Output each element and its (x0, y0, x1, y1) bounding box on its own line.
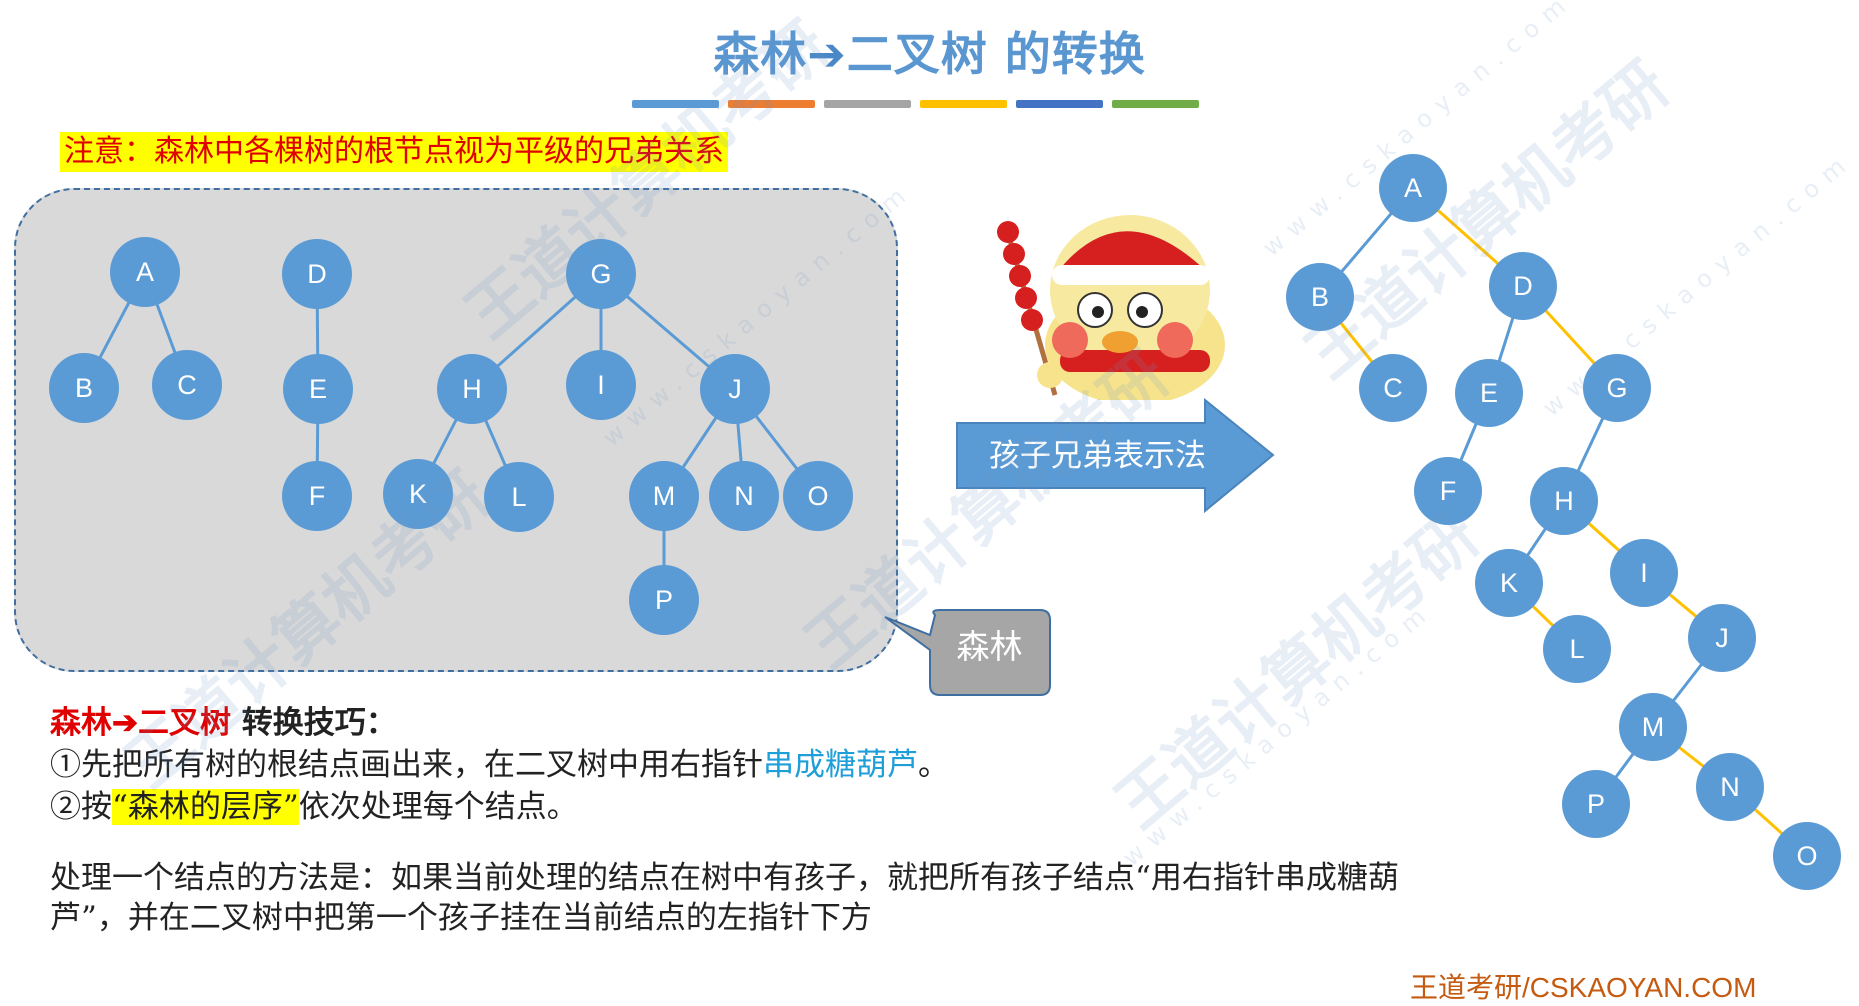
step1-suffix: 。 (918, 747, 949, 783)
node-label: J (1715, 623, 1729, 653)
tips-heading-rest: 转换技巧： (230, 705, 397, 741)
node-label: H (1554, 486, 1574, 516)
node-N: N (1696, 753, 1764, 821)
step2-prefix: ②按 (50, 789, 112, 825)
node-label: D (1513, 271, 1533, 301)
node-A: A (1379, 154, 1447, 222)
node-P: P (1562, 770, 1630, 838)
node-D: D (1489, 252, 1557, 320)
node-label: E (1480, 378, 1498, 408)
node-I: I (1610, 539, 1678, 607)
node-L: L (1543, 615, 1611, 683)
node-label: I (1640, 558, 1648, 588)
node-C: C (1359, 354, 1427, 422)
node-label: O (1796, 841, 1817, 871)
node-F: F (1414, 457, 1482, 525)
step1-highlight: 串成糖葫芦 (763, 747, 918, 783)
tips-step-2: ②按“森林的层序”依次处理每个结点。 (50, 786, 1430, 828)
node-O: O (1773, 822, 1841, 890)
tips-method: 处理一个结点的方法是：如果当前处理的结点在树中有孩子，就把所有孩子结点“用右指针… (50, 860, 1399, 936)
conversion-tips: 森林➔二叉树 转换技巧： ①先把所有树的根结点画出来，在二叉树中用右指针串成糖葫… (50, 702, 1430, 938)
node-label: G (1606, 373, 1627, 403)
node-label: L (1569, 634, 1584, 664)
node-E: E (1455, 359, 1523, 427)
node-B: B (1286, 263, 1354, 331)
node-J: J (1688, 604, 1756, 672)
node-label: M (1642, 712, 1665, 742)
node-label: A (1404, 173, 1422, 203)
node-H: H (1530, 467, 1598, 535)
node-label: N (1720, 772, 1740, 802)
step1-prefix: ①先把所有树的根结点画出来，在二叉树中用右指针 (50, 747, 763, 783)
node-label: B (1311, 282, 1329, 312)
node-K: K (1475, 549, 1543, 617)
node-M: M (1619, 693, 1687, 761)
tips-heading-red: 森林➔二叉树 (50, 705, 231, 741)
footer-brand: 王道考研/CSKAOYAN.COM (1410, 972, 1757, 1003)
tips-heading: 森林➔二叉树 转换技巧： (50, 702, 1430, 744)
node-label: K (1500, 568, 1518, 598)
tips-step-1: ①先把所有树的根结点画出来，在二叉树中用右指针串成糖葫芦。 (50, 744, 1430, 786)
node-label: C (1383, 373, 1403, 403)
step2-highlight: “森林的层序” (112, 789, 299, 825)
node-label: F (1440, 476, 1457, 506)
node-label: P (1587, 789, 1605, 819)
node-G: G (1583, 354, 1651, 422)
step2-suffix: 依次处理每个结点。 (298, 789, 578, 825)
